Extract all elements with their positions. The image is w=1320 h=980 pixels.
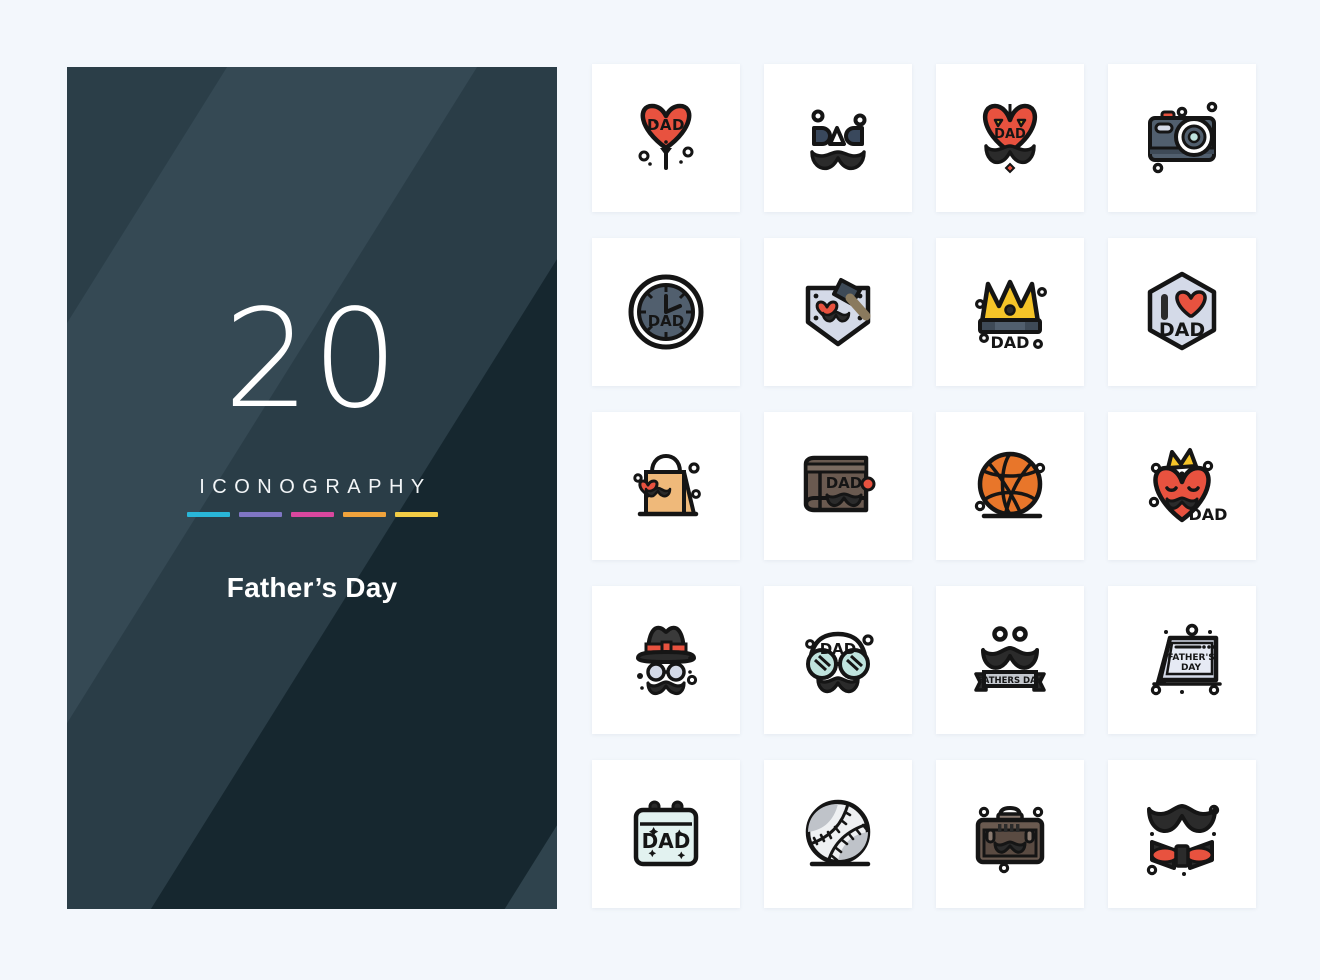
dad-book-icon: DAD — [803, 455, 876, 513]
color-bar-5 — [394, 512, 438, 517]
gift-shopping-bag-icon — [633, 453, 701, 517]
svg-text:DAD: DAD — [1189, 505, 1228, 524]
icon-count: 20 — [223, 281, 401, 439]
baseball-icon — [805, 799, 871, 867]
icon-card-dad-book[interactable]: DAD — [764, 412, 912, 560]
cover-subtitle: Father’s Day — [226, 572, 398, 603]
svg-text:FATHERS DAY: FATHERS DAY — [978, 676, 1043, 686]
icon-card-heart-mustache-dad[interactable]: DAD — [936, 64, 1084, 212]
dad-glasses-mustache-icon: DAD — [805, 631, 874, 694]
hammer-badge-heart-icon — [805, 278, 871, 347]
dad-calendar-icon: DAD — [633, 800, 699, 867]
svg-text:DAD: DAD — [1159, 319, 1205, 341]
hipster-hat-glasses-icon — [636, 625, 698, 696]
icon-card-fathers-day-ribbon[interactable]: FATHERS DAY — [936, 586, 1084, 734]
icon-card-gift-shopping-bag[interactable] — [592, 412, 740, 560]
icon-card-dad-glasses-mustache[interactable]: DAD — [764, 586, 912, 734]
icon-card-basketball[interactable] — [936, 412, 1084, 560]
icon-grid: DAD DAD DAD DAD DAD DAD DAD DAD FATHERS … — [592, 64, 1256, 908]
fathers-day-sign-icon: FATHER'S DAY — [1150, 623, 1222, 696]
mustache-bowtie-icon — [1146, 804, 1220, 876]
icon-card-dad-calendar[interactable]: DAD — [592, 760, 740, 908]
icon-card-fathers-day-sign[interactable]: FATHER'S DAY — [1108, 586, 1256, 734]
color-bar-2 — [238, 512, 282, 517]
heart-king-crown-dad-icon: DAD — [1148, 448, 1228, 524]
icon-card-camera[interactable] — [1108, 64, 1256, 212]
poster-page: 20 ICONOGRAPHY Father’s Day DAD DAD DAD … — [0, 0, 1320, 980]
icon-card-mustache-bowtie[interactable] — [1108, 760, 1256, 908]
color-bar-1 — [186, 512, 230, 517]
icon-card-dad-crown[interactable]: DAD — [936, 238, 1084, 386]
svg-text:DAD: DAD — [826, 474, 863, 492]
svg-text:DAD: DAD — [642, 829, 691, 853]
heart-balloon-dad-icon: DAD — [638, 103, 694, 170]
color-bars — [186, 512, 438, 517]
svg-text:DAD: DAD — [820, 640, 857, 658]
dad-clock-icon: DAD — [628, 274, 704, 350]
svg-text:FATHER'S: FATHER'S — [1167, 653, 1214, 663]
svg-text:DAD: DAD — [991, 333, 1030, 352]
icon-card-toolbox-mustache[interactable] — [936, 760, 1084, 908]
camera-icon — [1148, 101, 1218, 174]
fathers-day-ribbon-icon: FATHERS DAY — [974, 626, 1046, 692]
icon-card-hammer-badge-heart[interactable] — [764, 238, 912, 386]
dad-crown-icon: DAD — [975, 279, 1047, 352]
color-bar-3 — [290, 512, 334, 517]
svg-text:DAD: DAD — [994, 127, 1026, 142]
icon-card-hipster-hat-glasses[interactable] — [592, 586, 740, 734]
icon-card-baseball[interactable] — [764, 760, 912, 908]
icon-card-dad-text-mustache[interactable] — [764, 64, 912, 212]
icon-card-heart-king-crown-dad[interactable]: DAD — [1108, 412, 1256, 560]
svg-text:DAD: DAD — [647, 116, 685, 134]
cover-panel: 20 ICONOGRAPHY Father’s Day — [67, 67, 557, 909]
svg-text:DAY: DAY — [1181, 663, 1202, 673]
icon-card-heart-balloon-dad[interactable]: DAD — [592, 64, 740, 212]
iconography-label: ICONOGRAPHY — [199, 476, 432, 498]
i-love-dad-hexagon-icon: DAD — [1147, 271, 1217, 351]
toolbox-mustache-icon — [975, 805, 1045, 874]
icon-card-i-love-dad-hexagon[interactable]: DAD — [1108, 238, 1256, 386]
heart-mustache-dad-icon: DAD — [982, 103, 1038, 174]
dad-text-mustache-icon — [810, 109, 867, 171]
svg-text:DAD: DAD — [648, 312, 685, 330]
basketball-icon — [974, 451, 1046, 519]
icon-card-dad-clock[interactable]: DAD — [592, 238, 740, 386]
color-bar-4 — [342, 512, 386, 517]
